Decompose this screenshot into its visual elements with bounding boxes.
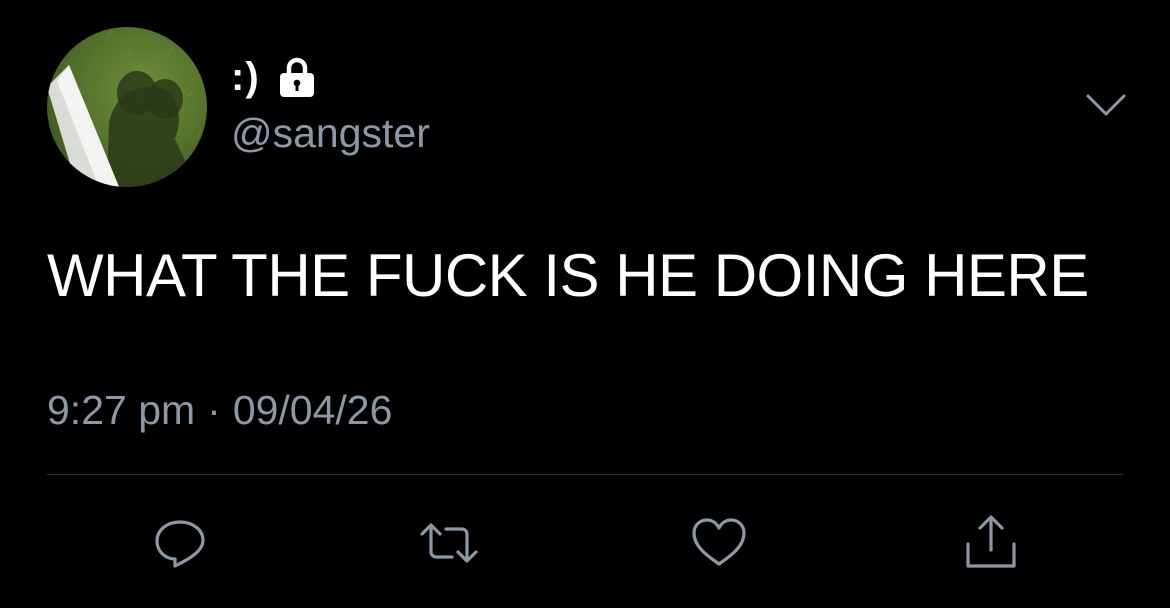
reply-button[interactable]: [149, 512, 211, 574]
author-name-row: :): [231, 52, 320, 102]
chevron-down-icon[interactable]: [1085, 92, 1127, 118]
tweet-date: 09/04/26: [232, 387, 393, 433]
like-button[interactable]: [688, 512, 750, 574]
author-handle[interactable]: @sangster: [231, 110, 430, 157]
share-button[interactable]: [960, 512, 1022, 574]
meta-separator: ·: [207, 387, 221, 433]
share-icon: [966, 515, 1016, 568]
tweet-card: :) @sangster WHAT THE FUCK IS HE DOING H…: [0, 0, 1170, 608]
tweet-timestamp[interactable]: 9:27 pm · 09/04/26: [47, 387, 392, 434]
avatar[interactable]: [47, 27, 207, 187]
retweet-icon: [420, 523, 478, 563]
divider: [47, 474, 1123, 475]
retweet-button[interactable]: [418, 512, 480, 574]
display-name[interactable]: :): [231, 55, 260, 100]
tweet-text: WHAT THE FUCK IS HE DOING HERE: [47, 242, 1089, 309]
reply-icon: [155, 520, 205, 568]
avatar-image: [47, 27, 207, 187]
lock-icon: [274, 54, 320, 100]
tweet-time: 9:27 pm: [47, 387, 196, 433]
heart-icon: [692, 518, 746, 566]
